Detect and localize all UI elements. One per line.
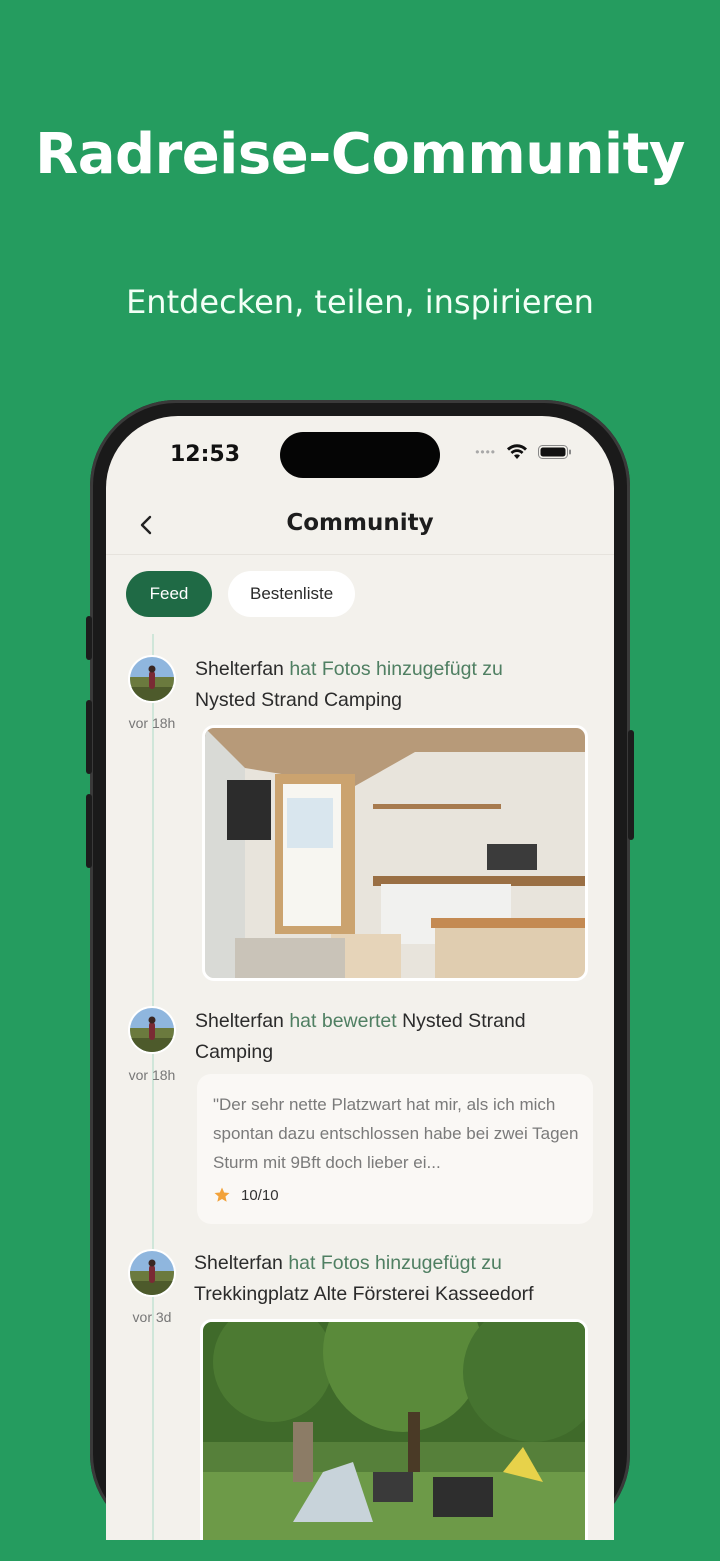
review-text: "Der sehr nette Platzwart hat mir, als i… xyxy=(213,1095,579,1172)
timestamp: vor 3d xyxy=(132,1309,172,1325)
rating-value: 10/10 xyxy=(241,1186,279,1204)
tab-bestenliste[interactable]: Bestenliste xyxy=(228,571,356,617)
action-text: hat Fotos hinzugefügt zu xyxy=(289,658,503,680)
tab-feed[interactable]: Feed xyxy=(126,571,212,617)
signal-dots-icon: •••• xyxy=(475,445,496,459)
feed-photo[interactable] xyxy=(202,725,588,981)
battery-icon xyxy=(538,445,571,459)
review-card[interactable]: "Der sehr nette Platzwart hat mir, als i… xyxy=(197,1074,593,1224)
segment-tabs: Feed Bestenliste xyxy=(126,571,356,617)
user-name[interactable]: Shelterfan xyxy=(195,1010,284,1032)
star-icon xyxy=(214,1187,230,1202)
feed-entry-text: Shelterfan hat Fotos hinzugefügt zu Nyst… xyxy=(195,654,595,716)
action-text: hat Fotos hinzugefügt zu xyxy=(288,1252,502,1274)
status-time: 12:53 xyxy=(170,442,241,467)
page-title: Community xyxy=(286,510,434,536)
promo-headline: Radreise-Community xyxy=(35,122,685,187)
phone-action-button xyxy=(86,616,92,660)
wifi-icon xyxy=(507,444,527,459)
action-text: hat bewertet xyxy=(289,1010,397,1032)
phone-frame: 12:53 •••• Community Feed Bestenliste vo… xyxy=(86,400,634,1540)
feed-entry-text: Shelterfan hat Fotos hinzugefügt zu Trek… xyxy=(194,1248,604,1310)
rating: 10/10 xyxy=(213,1186,279,1204)
avatar[interactable] xyxy=(128,655,176,703)
phone-volume-up-button xyxy=(86,700,92,774)
avatar[interactable] xyxy=(128,1006,176,1054)
feed-photo[interactable] xyxy=(200,1319,588,1540)
promo-subline: Entdecken, teilen, inspirieren xyxy=(126,283,594,321)
feed-entry-text: Shelterfan hat bewertet Nysted Strand Ca… xyxy=(195,1006,595,1068)
timestamp: vor 18h xyxy=(128,715,176,731)
navigation-bar: Community xyxy=(106,504,614,555)
status-icons: •••• xyxy=(475,444,572,460)
timeline-line xyxy=(152,634,154,1540)
place-name[interactable]: Trekkingplatz Alte Försterei Kasseedorf xyxy=(194,1283,534,1305)
phone-power-button xyxy=(628,730,634,840)
app-screen: 12:53 •••• Community Feed Bestenliste vo… xyxy=(106,416,614,1540)
place-name[interactable]: Nysted Strand Camping xyxy=(195,689,402,711)
dynamic-island xyxy=(280,432,440,478)
status-bar: 12:53 •••• xyxy=(106,416,614,496)
user-name[interactable]: Shelterfan xyxy=(194,1252,283,1274)
user-name[interactable]: Shelterfan xyxy=(195,658,284,680)
phone-volume-down-button xyxy=(86,794,92,868)
avatar[interactable] xyxy=(128,1249,176,1297)
timestamp: vor 18h xyxy=(128,1067,176,1083)
